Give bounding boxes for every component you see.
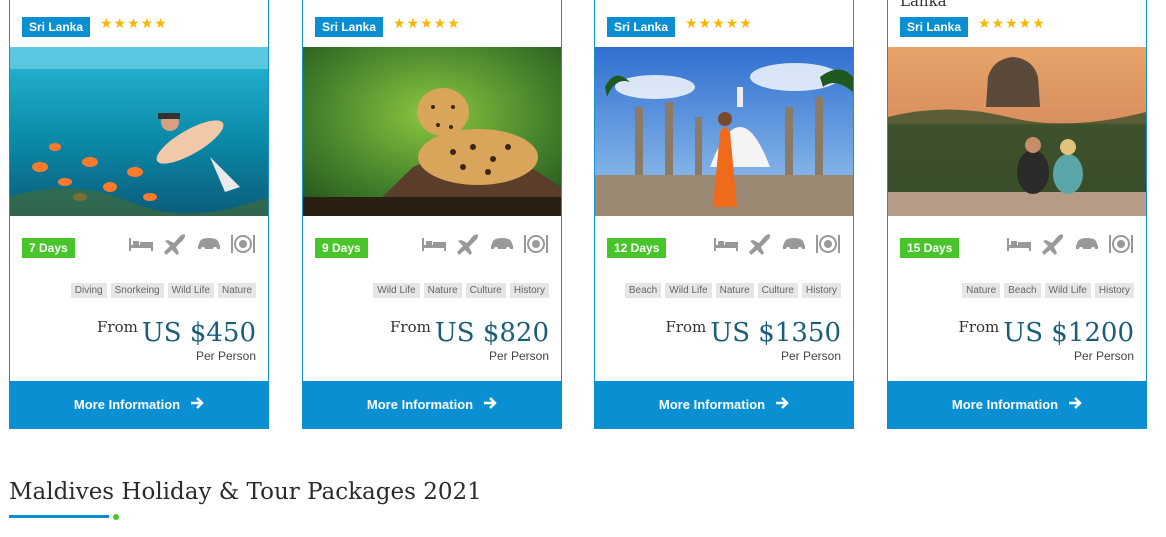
tag[interactable]: Wild Life — [665, 283, 712, 298]
bed-icon — [713, 236, 739, 257]
from-label: From — [390, 318, 431, 336]
tour-photo-monk[interactable] — [595, 47, 853, 216]
price-amount: US $1200 — [1003, 318, 1134, 348]
dining-icon — [815, 234, 841, 259]
button-label: More Information — [73, 397, 181, 412]
from-label: From — [97, 318, 138, 336]
section-heading: Maldives Holiday & Tour Packages 2021 — [9, 479, 482, 505]
tour-photo-snorkeling[interactable] — [10, 47, 268, 216]
tag[interactable]: Diving — [70, 283, 107, 298]
tag-list: Nature Beach Wild Life History — [962, 283, 1134, 298]
per-person-label: Per Person — [780, 349, 841, 363]
tag[interactable]: Wild Life — [1044, 283, 1091, 298]
heading-underline-dot — [113, 514, 119, 520]
country-badge: Sri Lanka — [315, 17, 384, 37]
country-badge: Sri Lanka — [900, 17, 969, 37]
tag[interactable]: Beach — [624, 283, 662, 298]
star-rating: ★★★★★ — [393, 15, 461, 31]
tour-card-leopard: Sri Lanka ★★★★★ 9 Days Wild Life Nature … — [302, 0, 562, 429]
duration-badge: 9 Days — [315, 238, 368, 258]
tour-card-culture: Sri Lanka ★★★★★ 12 Days Beach Wild Life … — [594, 0, 854, 429]
amenities — [421, 232, 549, 261]
more-information-button[interactable]: More Information — [302, 381, 562, 428]
plane-icon — [455, 232, 481, 261]
tag[interactable]: Culture — [465, 283, 506, 298]
from-label: From — [958, 318, 1000, 336]
tour-photo-leopard[interactable] — [303, 47, 561, 216]
bed-icon — [421, 236, 447, 257]
star-rating: ★★★★★ — [978, 15, 1046, 31]
plane-icon — [162, 232, 188, 261]
tag[interactable]: Wild Life — [167, 283, 214, 298]
tour-photo-sigiriya[interactable] — [888, 47, 1146, 216]
duration-badge: 7 Days — [22, 238, 75, 258]
duration-badge: 15 Days — [900, 238, 960, 258]
car-icon — [196, 237, 222, 256]
plane-icon — [1040, 232, 1066, 261]
car-icon — [489, 237, 515, 256]
tour-card-snorkeling: Sri Lanka ★★★★★ 7 Days Diving Snorkeing … — [9, 0, 269, 429]
bed-icon — [1006, 236, 1032, 257]
tag[interactable]: History — [509, 283, 549, 298]
button-label: More Information — [366, 397, 474, 412]
car-icon — [1074, 237, 1100, 256]
price: From US $1200 — [958, 318, 1134, 348]
tag[interactable]: Nature — [217, 283, 256, 298]
more-information-button[interactable]: More Information — [594, 381, 854, 428]
tag[interactable]: Wild Life — [373, 283, 420, 298]
country-badge: Sri Lanka — [22, 17, 91, 37]
from-label: From — [665, 318, 707, 336]
star-rating: ★★★★★ — [100, 15, 168, 31]
tag[interactable]: Culture — [757, 283, 798, 298]
dining-icon — [230, 234, 256, 259]
price: From US $450 — [97, 318, 256, 348]
heading-underline — [9, 515, 109, 518]
tag-list: Diving Snorkeing Wild Life Nature — [70, 283, 256, 298]
tag[interactable]: Nature — [962, 283, 1001, 298]
arrow-right-icon — [483, 396, 497, 413]
more-information-button[interactable]: More Information — [9, 381, 269, 428]
plane-icon — [747, 232, 773, 261]
star-rating: ★★★★★ — [685, 15, 753, 31]
country-badge: Sri Lanka — [607, 17, 676, 37]
price-amount: US $450 — [141, 318, 256, 348]
car-icon — [781, 237, 807, 256]
arrow-right-icon — [775, 396, 789, 413]
tag[interactable]: Nature — [715, 283, 754, 298]
bed-icon — [128, 236, 154, 257]
per-person-label: Per Person — [1073, 349, 1134, 363]
amenities — [1006, 232, 1134, 261]
amenities — [713, 232, 841, 261]
card-title[interactable]: Lanka — [900, 0, 947, 10]
tag[interactable]: Nature — [423, 283, 462, 298]
tour-card-sigiriya: Lanka Sri Lanka ★★★★★ 15 Days Nature Bea… — [887, 0, 1147, 429]
dining-icon — [1108, 234, 1134, 259]
tag[interactable]: History — [801, 283, 841, 298]
duration-badge: 12 Days — [607, 238, 667, 258]
amenities — [128, 232, 256, 261]
tag[interactable]: History — [1094, 283, 1134, 298]
price-amount: US $820 — [434, 318, 549, 348]
price-amount: US $1350 — [710, 318, 841, 348]
tag-list: Beach Wild Life Nature Culture History — [624, 283, 841, 298]
more-information-button[interactable]: More Information — [887, 381, 1147, 428]
price: From US $820 — [390, 318, 549, 348]
arrow-right-icon — [1068, 396, 1082, 413]
per-person-label: Per Person — [195, 349, 256, 363]
tag[interactable]: Beach — [1004, 283, 1041, 298]
tag-list: Wild Life Nature Culture History — [373, 283, 549, 298]
price: From US $1350 — [665, 318, 841, 348]
arrow-right-icon — [190, 396, 204, 413]
button-label: More Information — [658, 397, 766, 412]
button-label: More Information — [951, 397, 1059, 412]
dining-icon — [523, 234, 549, 259]
per-person-label: Per Person — [488, 349, 549, 363]
tag[interactable]: Snorkeing — [110, 283, 164, 298]
